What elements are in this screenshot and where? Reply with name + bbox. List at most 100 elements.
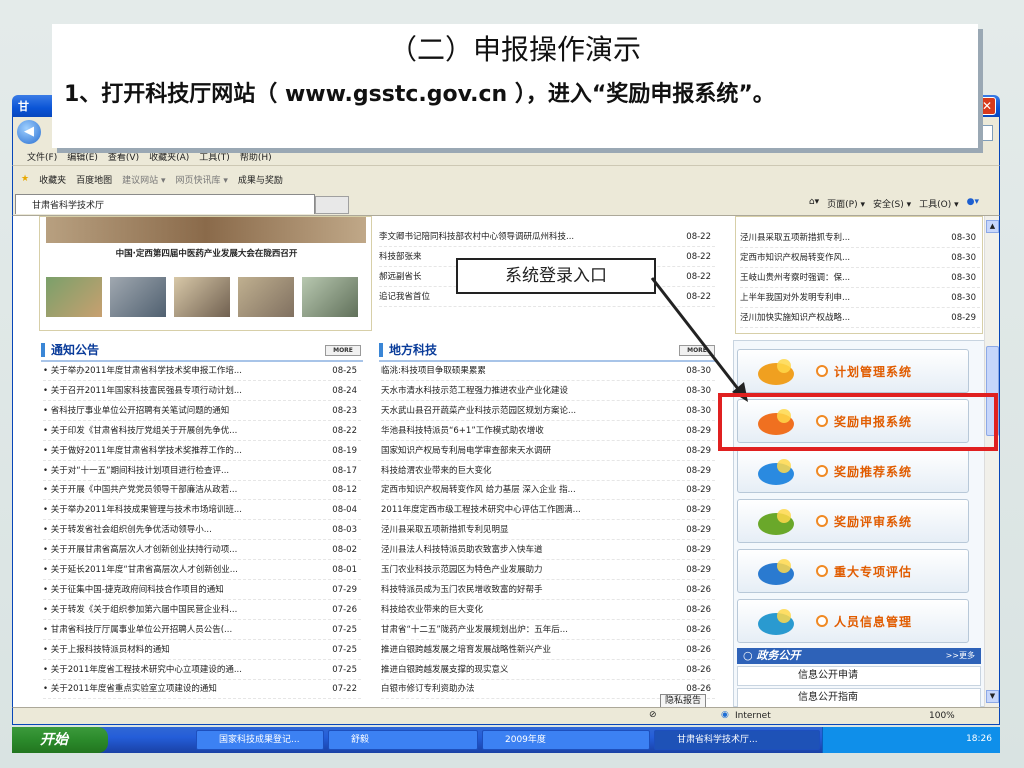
list-item-title[interactable]: 定西市知识产权局转变作风... — [740, 249, 934, 268]
scroll-down-button[interactable]: ▼ — [986, 690, 999, 703]
menu-help[interactable]: 帮助(H) — [240, 150, 272, 163]
list-item-title[interactable]: 王岐山贵州考察时强调：保... — [740, 269, 934, 288]
list-item-title[interactable]: • 关于做好2011年度甘肃省科学技术奖推荐工作的... — [43, 442, 315, 461]
list-item-title[interactable]: • 关于延长2011年度“甘肃省高层次人才创新创业... — [43, 561, 315, 580]
photo-thumb[interactable] — [46, 277, 102, 317]
list-item[interactable]: 科技给农业带来的巨大变化 08-26 — [381, 601, 715, 620]
list-item-title[interactable]: • 关于征集中国-捷克政府间科技合作项目的通知 — [43, 581, 315, 600]
menu-tools[interactable]: 工具(T) — [199, 150, 230, 163]
list-item[interactable]: 华池县科技特派员“6+1”工作模式助农增收 08-29 — [381, 422, 715, 441]
list-item-title[interactable]: 天水市清水科技示范工程强力推进农业产业化建设 — [381, 382, 669, 401]
list-item-title[interactable]: • 省科技厅事业单位公开招聘有关笔试问题的通知 — [43, 402, 315, 421]
list-item[interactable]: 泾川县采取五项新措抓专利见明显 08-29 — [381, 521, 715, 541]
map-link[interactable]: 百度地图 — [76, 173, 112, 186]
menu-edit[interactable]: 编辑(E) — [67, 150, 98, 163]
list-item-title[interactable]: 泾川加快实施知识产权战略... — [740, 309, 934, 328]
page-menu[interactable]: 页面(P) ▾ — [827, 197, 865, 210]
zoom-level[interactable]: 100% — [929, 711, 955, 721]
list-item[interactable]: • 关于转发《关于组织参加第六届中国民营企业科... 07-26 — [43, 601, 361, 620]
list-item[interactable]: • 关于延长2011年度“甘肃省高层次人才创新创业... 08-01 — [43, 561, 361, 580]
start-button[interactable]: 开始 — [12, 727, 108, 753]
taskbar-window-active[interactable]: 甘肃省科学技术厅... — [654, 730, 820, 750]
menu-favorites[interactable]: 收藏夹(A) — [149, 150, 189, 163]
favorites-button[interactable]: 收藏夹 — [39, 173, 66, 186]
menu-file[interactable]: 文件(F) — [27, 150, 57, 163]
list-item[interactable]: 科技给渭农业带来的巨大变化 08-29 — [381, 462, 715, 481]
suggested-sites-link[interactable]: 建议网站 ▾ — [122, 173, 165, 186]
list-item[interactable]: • 关于印发《甘肃省科技厅党组关于开展创先争优... 08-22 — [43, 422, 361, 441]
list-item[interactable]: • 关于转发省社会组织创先争优活动领导小... 08-03 — [43, 521, 361, 541]
list-item[interactable]: 上半年我国对外发明专利申... 08-30 — [740, 289, 980, 308]
list-item-title[interactable]: 国家知识产权局专利局电学审查部来天水调研 — [381, 442, 669, 461]
results-awards-link[interactable]: 成果与奖励 — [238, 173, 283, 186]
list-item[interactable]: • 关于举办2011年度甘肃省科学技术奖申报工作培... 08-25 — [43, 362, 361, 381]
system-button[interactable]: 人员信息管理 — [737, 599, 969, 643]
list-item-title[interactable]: 临洮:科技项目争取硕果累累 — [381, 362, 669, 381]
notice-more-button[interactable]: MORE — [325, 345, 361, 356]
system-button[interactable]: 奖励评审系统 — [737, 499, 969, 543]
list-item-title[interactable]: 泾川县采取五项新措抓专利... — [740, 229, 934, 248]
list-item-title[interactable]: 泾川县法人科技特派员助农致富步入快车道 — [381, 541, 669, 560]
list-item-title[interactable]: 玉门农业科技示范园区为特色产业发展助力 — [381, 561, 669, 580]
list-item-title[interactable]: • 关于开展《中国共产党党员领导干部廉洁从政若... — [43, 481, 315, 500]
list-item-title[interactable]: • 关于印发《甘肃省科技厅党组关于开展创先争优... — [43, 422, 315, 441]
close-window-button[interactable]: ✕ — [978, 97, 996, 115]
photo-thumb[interactable] — [110, 277, 166, 317]
list-item-title[interactable]: • 关于上报科技特派员材料的通知 — [43, 641, 315, 660]
photo-thumb[interactable] — [174, 277, 230, 317]
list-item-title[interactable]: 上半年我国对外发明专利申... — [740, 289, 934, 308]
web-slice-link[interactable]: 网页快讯库 ▾ — [176, 173, 228, 186]
list-item-title[interactable]: • 关于召开2011年国家科技富民强县专项行动计划... — [43, 382, 315, 401]
system-button[interactable]: 重大专项评估 — [737, 549, 969, 593]
list-item[interactable]: 科技特派员成为玉门农民增收致富的好帮手 08-26 — [381, 581, 715, 600]
list-item-title[interactable]: 定西市知识产权局转变作风 给力基层 深入企业 指... — [381, 481, 669, 500]
system-button[interactable]: 奖励推荐系统 — [737, 449, 969, 493]
scroll-up-button[interactable]: ▲ — [986, 220, 999, 233]
list-item[interactable]: • 关于举办2011年科技成果管理与技术市场培训班... 08-04 — [43, 501, 361, 521]
list-item[interactable]: 玉门农业科技示范园区为特色产业发展助力 08-29 — [381, 561, 715, 580]
list-item[interactable]: 李文卿书记陪同科技部农村中心领导调研瓜州科技... 08-22 — [379, 228, 715, 247]
list-item-title[interactable]: 华池县科技特派员“6+1”工作模式助农增收 — [381, 422, 669, 441]
list-item[interactable]: • 甘肃省科技厅厅属事业单位公开招聘人员公告(... 07-25 — [43, 621, 361, 640]
list-item-title[interactable]: • 甘肃省科技厅厅属事业单位公开招聘人员公告(... — [43, 621, 315, 640]
list-item-title[interactable]: 李文卿书记陪同科技部农村中心领导调研瓜州科技... — [379, 228, 669, 247]
list-item-title[interactable]: 推进白银跨越发展支撑的现实意义 — [381, 661, 669, 680]
list-item[interactable]: 泾川加快实施知识产权战略... 08-29 — [740, 309, 980, 328]
tab-active[interactable]: 甘肃省科学技术厅 — [15, 194, 315, 214]
list-item-title[interactable]: 2011年度定西市级工程技术研究中心评估工作圆满... — [381, 501, 669, 520]
list-item-title[interactable]: • 关于举办2011年度甘肃省科学技术奖申报工作培... — [43, 362, 315, 381]
menu-view[interactable]: 查看(V) — [108, 150, 139, 163]
list-item[interactable]: 泾川县法人科技特派员助农致富步入快车道 08-29 — [381, 541, 715, 561]
list-item-title[interactable]: 甘肃省“十二五”陇药产业发展规划出炉：五年后... — [381, 621, 669, 640]
photo-thumb[interactable] — [238, 277, 294, 317]
list-item[interactable]: • 关于对“十一五”期间科技计划项目进行检查评... 08-17 — [43, 462, 361, 481]
list-item[interactable]: 推进白银跨越发展支撑的现实意义 08-26 — [381, 661, 715, 680]
list-item-title[interactable]: 推进白银跨越发展之培育发展战略性新兴产业 — [381, 641, 669, 660]
gov-more-link[interactable]: >>更多 — [946, 648, 975, 664]
back-button[interactable]: ◀ — [17, 120, 41, 144]
list-item[interactable]: 定西市知识产权局转变作风... 08-30 — [740, 249, 980, 268]
safety-menu[interactable]: 安全(S) ▾ — [873, 197, 911, 210]
list-item-title[interactable]: • 关于对“十一五”期间科技计划项目进行检查评... — [43, 462, 315, 481]
taskbar-window[interactable]: 2009年度 — [482, 730, 650, 750]
list-item[interactable]: • 省科技厅事业单位公开招聘有关笔试问题的通知 08-23 — [43, 402, 361, 421]
help-icon[interactable]: ●▾ — [967, 197, 979, 210]
new-tab-button[interactable] — [315, 196, 349, 214]
list-item-title[interactable]: 白银市修订专利资助办法 — [381, 680, 669, 699]
privacy-icon[interactable]: ⊘ — [649, 710, 657, 720]
list-item[interactable]: • 关于召开2011年国家科技富民强县专项行动计划... 08-24 — [43, 382, 361, 401]
list-item-title[interactable]: 科技特派员成为玉门农民增收致富的好帮手 — [381, 581, 669, 600]
list-item[interactable]: 王岐山贵州考察时强调：保... 08-30 — [740, 269, 980, 288]
list-item[interactable]: 推进白银跨越发展之培育发展战略性新兴产业 08-26 — [381, 641, 715, 660]
taskbar-window[interactable]: 国家科技成果登记... — [196, 730, 324, 750]
gov-item-apply[interactable]: 信息公开申请 — [737, 666, 981, 686]
list-item[interactable]: 泾川县采取五项新措抓专利... 08-30 — [740, 229, 980, 248]
gov-item-guide[interactable]: 信息公开指南 — [737, 688, 981, 707]
list-item[interactable]: • 关于2011年度省重点实验室立项建设的通知 07-22 — [43, 680, 361, 700]
tools-menu[interactable]: 工具(O) ▾ — [919, 197, 959, 210]
list-item[interactable]: 2011年度定西市级工程技术研究中心评估工作圆满... 08-29 — [381, 501, 715, 521]
list-item-title[interactable]: 科技给农业带来的巨大变化 — [381, 601, 669, 620]
list-item[interactable]: • 关于做好2011年度甘肃省科学技术奖推荐工作的... 08-19 — [43, 442, 361, 461]
list-item-title[interactable]: 泾川县采取五项新措抓专利见明显 — [381, 521, 669, 540]
list-item[interactable]: • 关于上报科技特派员材料的通知 07-25 — [43, 641, 361, 660]
